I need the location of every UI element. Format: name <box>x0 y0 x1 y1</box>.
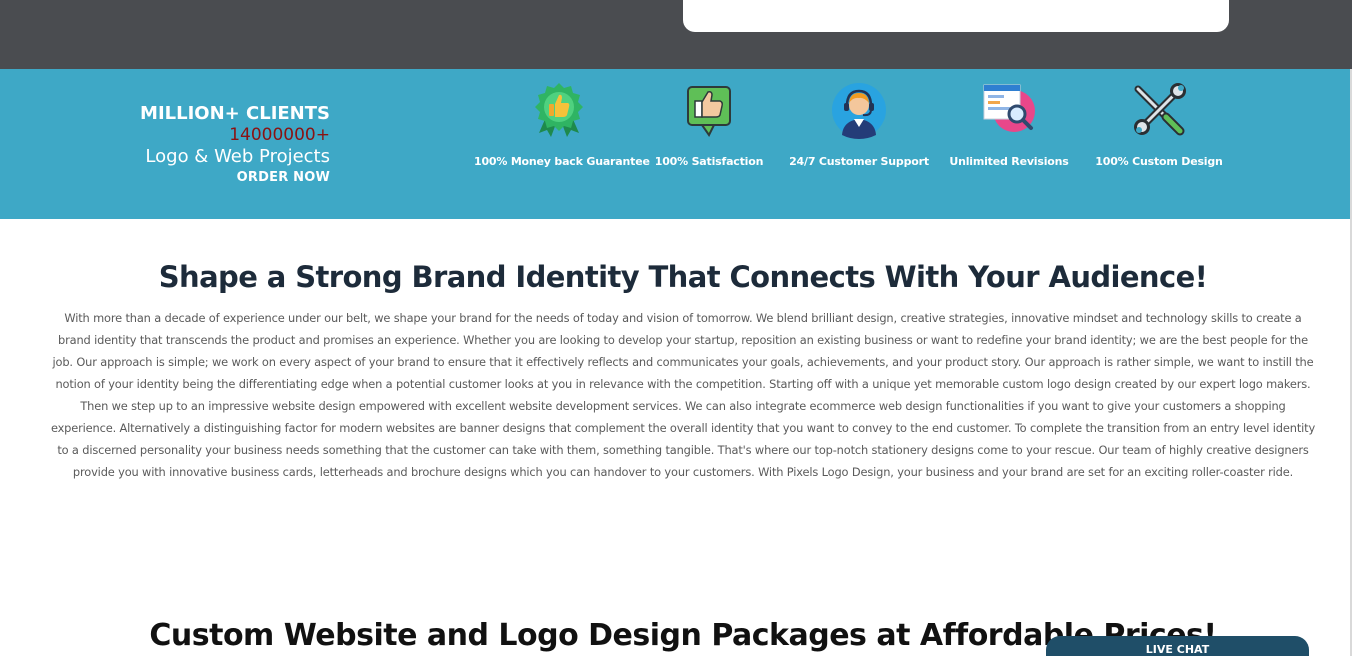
feature-label: 100% Custom Design <box>1095 155 1223 168</box>
projects-label: Logo & Web Projects <box>145 146 330 167</box>
thumbs-up-icon <box>687 86 731 137</box>
stats-band: MILLION+ CLIENTS 14000000+ Logo & Web Pr… <box>0 69 1350 219</box>
feature-label: Unlimited Revisions <box>949 155 1069 168</box>
feature-label: 100% Satisfaction <box>654 155 764 168</box>
clients-stats: MILLION+ CLIENTS 14000000+ Logo & Web Pr… <box>100 103 330 188</box>
feature-satisfaction: 100% Satisfaction <box>624 81 794 168</box>
feature-support: 24/7 Customer Support <box>774 81 944 168</box>
projects-count: 14000000+ <box>229 125 330 145</box>
live-chat-button[interactable]: LIVE CHAT <box>1046 636 1309 656</box>
award-badge-icon <box>535 83 583 137</box>
feature-revisions: Unlimited Revisions <box>924 81 1094 168</box>
wrench-screwdriver-icon <box>1134 83 1186 136</box>
browser-magnifier-icon <box>983 84 1035 132</box>
brand-section-title: Shape a Strong Brand Identity That Conne… <box>158 260 1208 294</box>
feature-custom-design: 100% Custom Design <box>1074 81 1244 168</box>
clients-label: MILLION+ CLIENTS <box>140 103 330 124</box>
header-card <box>683 0 1229 32</box>
feature-label: 100% Money back Guarantee <box>474 155 650 168</box>
brand-section-body: With more than a decade of experience un… <box>50 311 1316 479</box>
order-now-link[interactable]: ORDER NOW <box>100 168 330 188</box>
feature-money-back: 100% Money back Guarantee <box>474 81 650 168</box>
feature-label: 24/7 Customer Support <box>789 155 929 168</box>
headset-agent-icon <box>832 83 886 139</box>
